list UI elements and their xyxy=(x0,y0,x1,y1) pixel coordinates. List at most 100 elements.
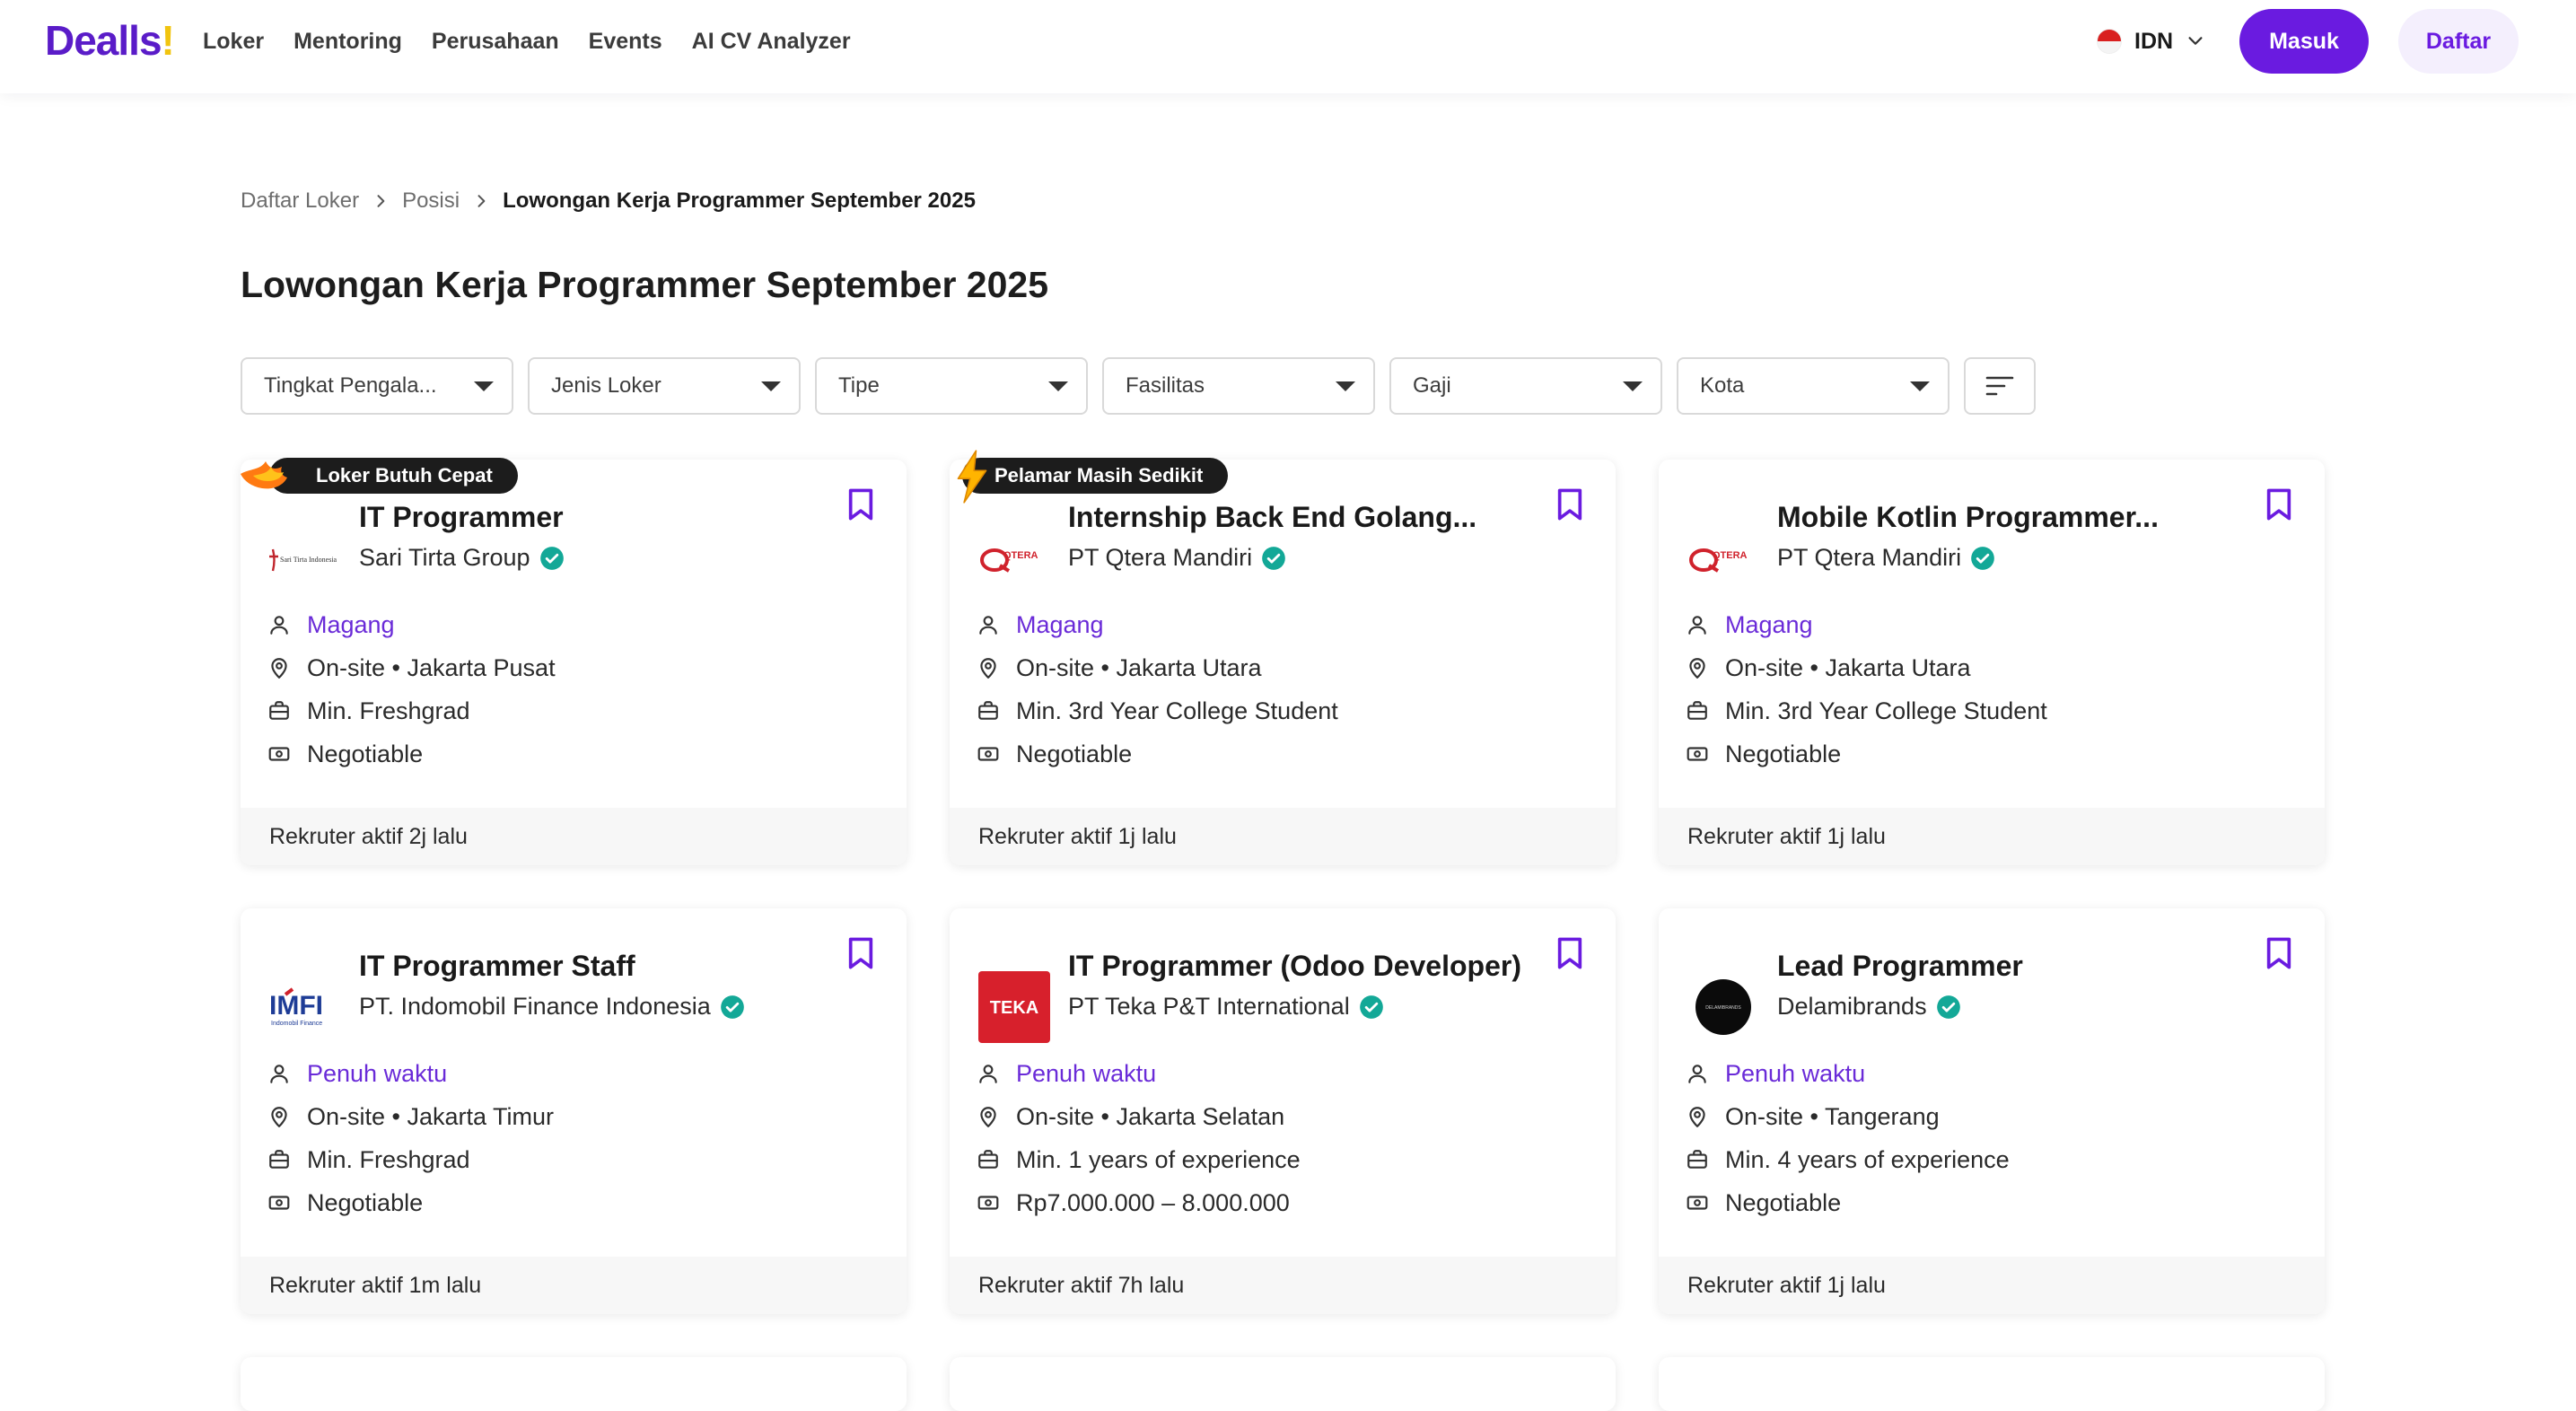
job-type-row: Penuh waktu xyxy=(267,1052,554,1095)
company-label: PT Teka P&T International xyxy=(1068,993,1350,1020)
bookmark-icon[interactable] xyxy=(1555,486,1585,522)
experience: Min. 4 years of experience xyxy=(1725,1145,2010,1173)
bookmark-icon[interactable] xyxy=(2264,486,2294,522)
experience: Min. 3rd Year College Student xyxy=(1016,697,1338,724)
job-type: Magang xyxy=(1016,610,1104,638)
salary: Rp7.000.000 – 8.000.000 xyxy=(1016,1188,1290,1216)
briefcase-icon xyxy=(1686,1148,1709,1171)
recruiter-activity: Rekruter aktif 1m lalu xyxy=(241,1257,907,1314)
bookmark-icon[interactable] xyxy=(846,486,876,522)
bookmark-icon[interactable] xyxy=(846,935,876,971)
job-type-row: Magang xyxy=(267,603,556,646)
company-name[interactable]: Sari Tirta Group xyxy=(359,544,565,572)
nav-perusahaan[interactable]: Perusahaan xyxy=(432,29,559,55)
job-card[interactable]: QTERA Mobile Kotlin Programmer... PT Qte… xyxy=(1659,460,2325,865)
job-title[interactable]: IT Programmer Staff xyxy=(359,950,826,983)
top-navbar: Dealls! Loker Mentoring Perusahaan Event… xyxy=(0,0,2576,93)
salary: Negotiable xyxy=(1725,740,1842,767)
job-title[interactable]: IT Programmer xyxy=(359,501,826,534)
filter-work-type[interactable]: Tipe xyxy=(815,357,1088,415)
filter-label: Jenis Loker xyxy=(551,373,662,398)
company-name[interactable]: PT. Indomobil Finance Indonesia xyxy=(359,993,745,1021)
nav-events[interactable]: Events xyxy=(589,29,662,55)
location-row: On-site • Jakarta Timur xyxy=(267,1095,554,1138)
recruiter-activity: Rekruter aktif 1j lalu xyxy=(1659,808,2325,865)
job-card[interactable]: Loker Butuh Cepat Sari Tirta Indonesia I… xyxy=(241,458,907,865)
briefcase-icon xyxy=(267,1148,291,1171)
caret-down-icon xyxy=(1048,381,1068,391)
experience-row: Min. 4 years of experience xyxy=(1686,1138,2010,1181)
money-icon xyxy=(1686,742,1709,766)
job-title[interactable]: IT Programmer (Odoo Developer) xyxy=(1068,950,1535,983)
job-card-partial[interactable] xyxy=(241,1357,907,1411)
logo-text: TEKA xyxy=(990,998,1038,1018)
job-card[interactable]: DELAMIBRANDS Lead Programmer Delamibrand… xyxy=(1659,908,2325,1314)
job-card-partial[interactable] xyxy=(1659,1357,2325,1411)
nav-mentoring[interactable]: Mentoring xyxy=(294,29,402,55)
chevron-right-icon xyxy=(478,195,486,207)
register-button[interactable]: Daftar xyxy=(2398,9,2519,74)
experience: Min. 1 years of experience xyxy=(1016,1145,1301,1173)
filter-label: Gaji xyxy=(1413,373,1451,398)
experience: Min. Freshgrad xyxy=(307,697,470,724)
location: On-site • Tangerang xyxy=(1725,1102,1940,1130)
money-icon xyxy=(977,742,1000,766)
logo-text: Sari Tirta Indonesia xyxy=(280,556,337,564)
language-selector[interactable]: IDN xyxy=(2097,25,2205,57)
filter-facilities[interactable]: Fasilitas xyxy=(1102,357,1375,415)
company-name[interactable]: Delamibrands xyxy=(1777,993,1961,1021)
bookmark-icon[interactable] xyxy=(2264,935,2294,971)
indonesia-flag-icon xyxy=(2097,29,2122,54)
company-name[interactable]: PT Teka P&T International xyxy=(1068,993,1384,1021)
job-details: Penuh waktu On-site • Tangerang Min. 4 y… xyxy=(1686,1052,2010,1224)
location-pin-icon xyxy=(267,656,291,679)
job-card[interactable]: Pelamar Masih Sedikit QTERA Internship B… xyxy=(950,450,1616,865)
filter-experience-level[interactable]: Tingkat Pengala... xyxy=(241,357,513,415)
nav-ai-cv-analyzer[interactable]: AI CV Analyzer xyxy=(692,29,851,55)
job-card[interactable]: IMFI Indomobil Finance IT Programmer Staf… xyxy=(241,908,907,1314)
filter-bar: Tingkat Pengala... Jenis Loker Tipe Fasi… xyxy=(241,357,2036,415)
dealls-logo[interactable]: Dealls! xyxy=(45,16,175,65)
location: On-site • Jakarta Utara xyxy=(1016,653,1262,681)
user-icon xyxy=(1686,613,1709,636)
job-type: Penuh waktu xyxy=(1725,1059,1866,1087)
logo-subtext: Indomobil Finance xyxy=(271,1021,322,1027)
company-label: Delamibrands xyxy=(1777,993,1927,1020)
salary: Negotiable xyxy=(1016,740,1133,767)
company-logo: QTERA xyxy=(977,521,1052,596)
main-nav: Loker Mentoring Perusahaan Events AI CV … xyxy=(203,0,851,83)
chevron-right-icon xyxy=(377,195,385,207)
login-button[interactable]: Masuk xyxy=(2239,9,2369,74)
breadcrumb-posisi[interactable]: Posisi xyxy=(402,188,460,214)
filter-salary[interactable]: Gaji xyxy=(1389,357,1662,415)
filter-city[interactable]: Kota xyxy=(1677,357,1950,415)
nav-loker[interactable]: Loker xyxy=(203,29,264,55)
company-name[interactable]: PT Qtera Mandiri xyxy=(1777,544,1995,572)
job-title[interactable]: Internship Back End Golang... xyxy=(1068,501,1535,534)
company-logo: IMFI Indomobil Finance xyxy=(267,969,343,1045)
location-pin-icon xyxy=(1686,1105,1709,1128)
user-icon xyxy=(1686,1062,1709,1085)
location: On-site • Jakarta Pusat xyxy=(307,653,556,681)
job-card-partial[interactable] xyxy=(950,1357,1616,1411)
job-card[interactable]: TEKA IT Programmer (Odoo Developer) PT T… xyxy=(950,908,1616,1314)
experience-row: Min. 3rd Year College Student xyxy=(1686,689,2047,732)
bookmark-icon[interactable] xyxy=(1555,935,1585,971)
sort-button[interactable] xyxy=(1964,357,2036,415)
filter-job-type[interactable]: Jenis Loker xyxy=(528,357,801,415)
breadcrumb-daftar-loker[interactable]: Daftar Loker xyxy=(241,188,359,214)
location-row: On-site • Tangerang xyxy=(1686,1095,2010,1138)
verified-icon xyxy=(1261,546,1286,571)
recruiter-activity: Rekruter aktif 7h lalu xyxy=(950,1257,1616,1314)
company-logo: QTERA xyxy=(1686,521,1761,596)
filter-label: Fasilitas xyxy=(1126,373,1205,398)
job-title[interactable]: Lead Programmer xyxy=(1777,950,2244,983)
badge-label: Pelamar Masih Sedikit xyxy=(994,464,1204,486)
filter-label: Tingkat Pengala... xyxy=(264,373,437,398)
company-name[interactable]: PT Qtera Mandiri xyxy=(1068,544,1286,572)
salary-row: Negotiable xyxy=(1686,732,2047,776)
urgent-badge: Loker Butuh Cepat xyxy=(241,458,518,494)
job-title[interactable]: Mobile Kotlin Programmer... xyxy=(1777,501,2244,534)
company-label: PT. Indomobil Finance Indonesia xyxy=(359,993,711,1020)
money-icon xyxy=(977,1191,1000,1214)
